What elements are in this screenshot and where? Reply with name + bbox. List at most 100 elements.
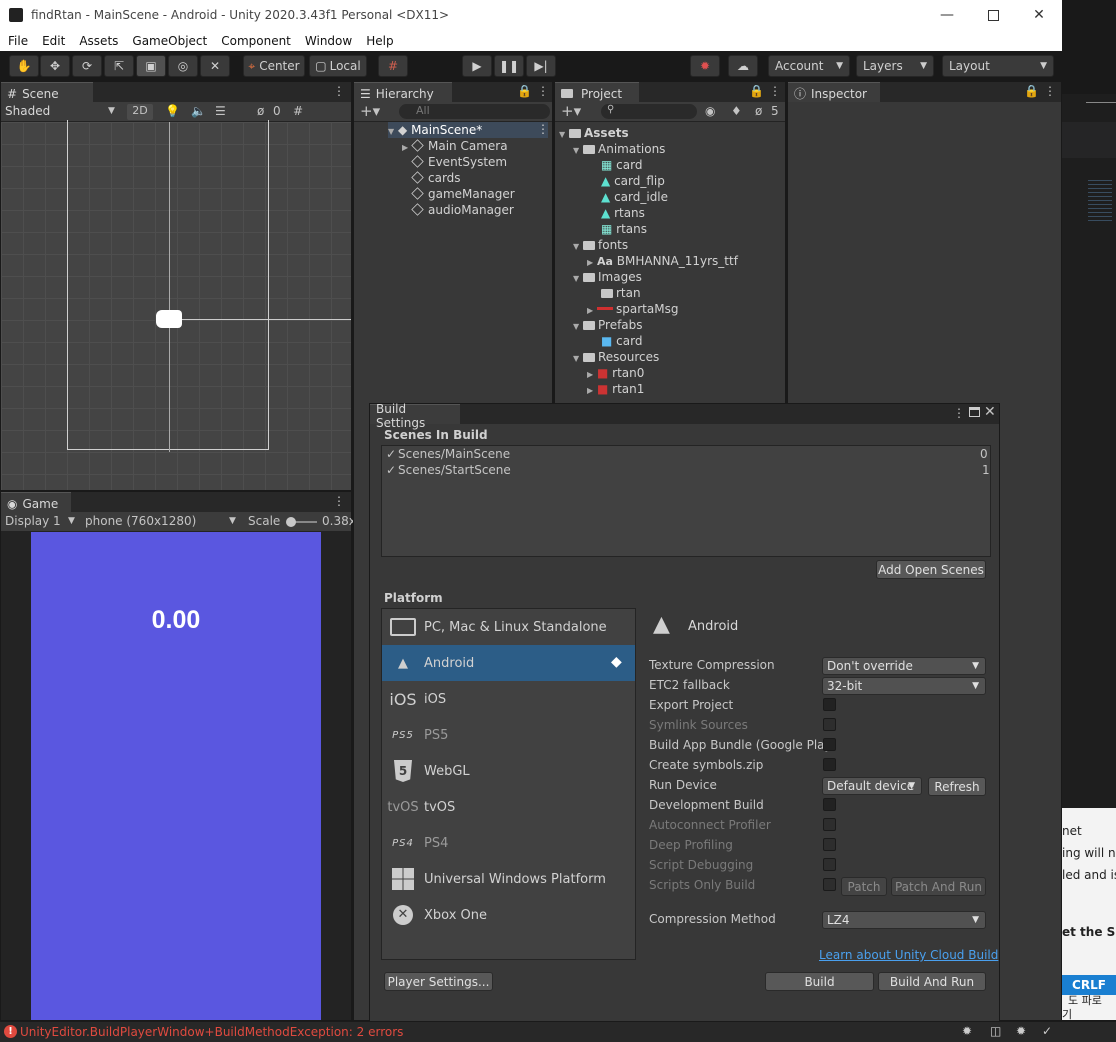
camera-gizmo-icon[interactable] — [156, 310, 182, 328]
collab-icon[interactable]: ✹ — [690, 55, 720, 77]
list-item[interactable]: cards — [411, 170, 461, 186]
tree-folder[interactable]: ▼ Resources — [573, 349, 659, 365]
move-tool-icon[interactable]: ✥ — [40, 55, 70, 77]
transform-tool-icon[interactable]: ◎ — [168, 55, 198, 77]
tree-asset[interactable]: ▶ Aa BMHANNA_11yrs_ttf — [587, 253, 738, 269]
export-project-checkbox[interactable] — [823, 698, 836, 711]
tab-build-settings[interactable]: Build Settings — [370, 402, 460, 430]
etc2-fallback-dropdown[interactable]: 32-bit ▼ — [822, 677, 986, 695]
platform-xbox-one[interactable]: ✕ Xbox One — [382, 897, 635, 933]
tab-project[interactable]: Project — [555, 82, 639, 102]
tree-folder[interactable]: ▼ Prefabs — [573, 317, 643, 333]
run-device-dropdown[interactable]: Default device ▼ — [822, 777, 922, 795]
tree-asset[interactable]: rtan — [601, 285, 641, 301]
snap-icon[interactable]: # — [378, 55, 408, 77]
list-item[interactable]: ▶ Main Camera — [402, 138, 508, 154]
scene-viewport[interactable] — [1, 120, 351, 490]
development-build-checkbox[interactable] — [823, 798, 836, 811]
filter-label-icon[interactable]: ♦ — [731, 104, 742, 118]
scale-slider-handle[interactable] — [286, 517, 296, 527]
player-settings-button[interactable]: Player Settings... — [384, 972, 493, 991]
effects-icon[interactable]: ☰ — [215, 104, 226, 118]
platform-ios[interactable]: iOS iOS — [382, 681, 635, 717]
platform-uwp[interactable]: Universal Windows Platform — [382, 861, 635, 897]
pivot-center-button[interactable]: ⌖ Center — [243, 55, 305, 77]
scene-row[interactable]: ✓ Scenes/MainScene 0 — [382, 447, 990, 463]
refresh-button[interactable]: Refresh — [928, 777, 986, 796]
tab-inspector[interactable]: ⓘ Inspector — [788, 82, 880, 102]
layout-dropdown[interactable]: Layout ▼ — [942, 55, 1054, 77]
tab-game[interactable]: ◉ Game — [1, 492, 71, 512]
platform-ps4[interactable]: PS4 PS4 — [382, 825, 635, 861]
mode-2d-button[interactable]: 2D — [127, 104, 153, 120]
menu-file[interactable]: File — [0, 34, 34, 48]
lock-icon[interactable]: 🔒 — [749, 84, 764, 98]
list-item[interactable]: audioManager — [411, 202, 514, 218]
create-asset-button[interactable]: +▾ — [561, 102, 581, 120]
panel-menu-icon[interactable]: ⋮ — [953, 406, 965, 420]
audio-icon[interactable]: 🔈 — [191, 104, 206, 118]
hidden-objects-icon[interactable]: ø — [257, 104, 264, 118]
collab-status-icon[interactable]: ✹ — [1016, 1024, 1026, 1038]
hierarchy-search-input[interactable]: All — [399, 104, 550, 119]
platform-android[interactable]: ▲ Android ◆ — [382, 645, 635, 681]
rect-tool-icon[interactable]: ▣ — [136, 55, 166, 77]
tree-folder[interactable]: ▼ fonts — [573, 237, 628, 253]
build-app-bundle-checkbox[interactable] — [823, 738, 836, 751]
pause-button[interactable]: ❚❚ — [494, 55, 524, 77]
cloud-icon[interactable]: ☁ — [728, 55, 758, 77]
display-dropdown[interactable]: Display 1 — [5, 514, 61, 528]
rotate-tool-icon[interactable]: ⟳ — [72, 55, 102, 77]
scale-tool-icon[interactable]: ⇱ — [104, 55, 134, 77]
minimize-button[interactable]: — — [924, 0, 970, 30]
platform-ps5[interactable]: PS5 PS5 — [382, 717, 635, 753]
tree-asset[interactable]: ▶ ■ rtan1 — [587, 381, 644, 397]
hand-tool-icon[interactable]: ✋ — [9, 55, 39, 77]
tree-folder[interactable]: ▼ Images — [573, 269, 642, 285]
build-button[interactable]: Build — [765, 972, 874, 991]
tree-asset[interactable]: ▲ card_flip — [601, 173, 665, 189]
panel-menu-icon[interactable]: ⋮ — [333, 494, 345, 508]
cloud-build-link[interactable]: Learn about Unity Cloud Build — [819, 948, 998, 962]
menu-component[interactable]: Component — [213, 34, 297, 48]
play-button[interactable]: ▶ — [462, 55, 492, 77]
layers-dropdown[interactable]: Layers ▼ — [856, 55, 934, 77]
pivot-local-button[interactable]: ▢ Local — [309, 55, 367, 77]
lock-icon[interactable]: 🔒 — [517, 84, 532, 98]
create-symbols-checkbox[interactable] — [823, 758, 836, 771]
tree-asset[interactable]: ▶ ■ rtan0 — [587, 365, 644, 381]
tree-asset[interactable]: ▲ rtans — [601, 205, 645, 221]
build-and-run-button[interactable]: Build And Run — [878, 972, 986, 991]
maximize-button[interactable] — [970, 0, 1016, 30]
tab-scene[interactable]: # Scene — [1, 82, 93, 102]
compression-method-dropdown[interactable]: LZ4 ▼ — [822, 911, 986, 929]
shading-mode-dropdown[interactable]: Shaded — [5, 104, 50, 118]
platform-standalone[interactable]: PC, Mac & Linux Standalone — [382, 609, 635, 645]
tree-folder[interactable]: ▼ Animations — [573, 141, 665, 157]
lighting-icon[interactable]: 💡 — [165, 104, 180, 118]
tree-asset[interactable]: ▶ spartaMsg — [587, 301, 678, 317]
tab-hierarchy[interactable]: ☰ Hierarchy — [354, 82, 452, 102]
resolution-dropdown[interactable]: phone (760x1280) — [85, 514, 196, 528]
add-object-button[interactable]: +▾ — [360, 102, 380, 120]
tree-asset[interactable]: ■ card — [601, 333, 642, 349]
menu-assets[interactable]: Assets — [71, 34, 124, 48]
check-icon[interactable]: ✓ — [386, 447, 396, 461]
menu-help[interactable]: Help — [358, 34, 399, 48]
scene-row[interactable]: ✓ Scenes/StartScene 1 — [382, 463, 990, 479]
close-window-button[interactable]: ✕ — [1016, 0, 1062, 30]
panel-menu-icon[interactable]: ⋮ — [1044, 84, 1056, 98]
menu-gameobject[interactable]: GameObject — [124, 34, 213, 48]
menu-window[interactable]: Window — [297, 34, 358, 48]
gizmos-icon[interactable]: # — [293, 104, 303, 118]
console-error-message[interactable]: UnityEditor.BuildPlayerWindow+BuildMetho… — [20, 1025, 403, 1039]
list-item[interactable]: EventSystem — [411, 154, 507, 170]
hidden-packages-icon[interactable]: ø — [755, 104, 762, 118]
menu-edit[interactable]: Edit — [34, 34, 71, 48]
platform-webgl[interactable]: 5 WebGL — [382, 753, 635, 789]
close-icon[interactable]: ✕ — [984, 404, 996, 420]
step-button[interactable]: ▶| — [526, 55, 556, 77]
scene-menu-icon[interactable]: ⋮ — [537, 122, 549, 136]
filter-type-icon[interactable]: ◉ — [705, 104, 715, 118]
platform-tvos[interactable]: tvOS tvOS — [382, 789, 635, 825]
